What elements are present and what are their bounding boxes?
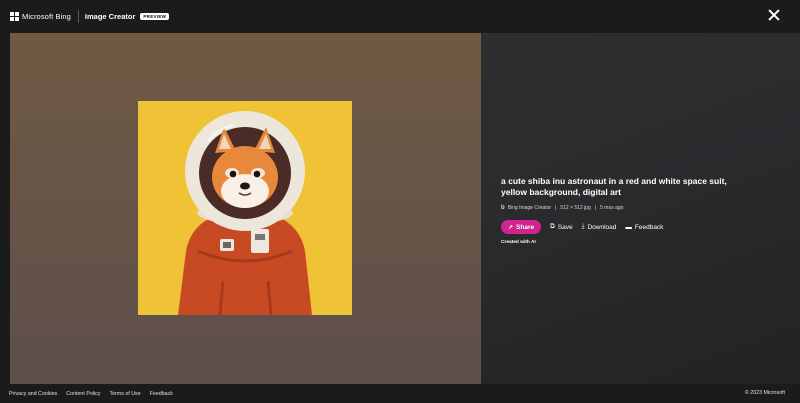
footer-link-feedback[interactable]: Feedback [150, 391, 173, 397]
product-name: Image Creator [84, 12, 136, 21]
save-button[interactable]: ⧉ Save [550, 223, 572, 231]
footer: Privacy and Cookies Content Policy Terms… [0, 384, 800, 403]
download-icon: ⤓ [581, 223, 585, 230]
image-meta: b Bing Image Creator | 512 × 512 jpg | 5… [501, 205, 623, 211]
close-icon[interactable] [768, 9, 780, 21]
copyright: © 2023 Microsoft [744, 390, 785, 396]
brand-name: Microsoft Bing [22, 12, 71, 21]
generated-image[interactable] [138, 101, 352, 315]
feedback-button[interactable]: ▬ Feedback [625, 224, 663, 231]
collection-save-icon: ⧉ [550, 223, 555, 230]
microsoft-logo-icon [10, 12, 19, 21]
feedback-label: Feedback [634, 223, 664, 231]
share-icon: ↗ [508, 224, 514, 231]
created-with-ai-note: Created with AI [501, 240, 536, 245]
share-label: Share [516, 223, 535, 231]
header-divider [77, 10, 79, 23]
prompt-text: a cute shiba inu astronaut in a red and … [501, 176, 727, 197]
feedback-icon: ▬ [625, 223, 632, 231]
image-pane [10, 33, 481, 384]
meta-separator: | [555, 205, 557, 211]
meta-source: Bing Image Creator [507, 205, 552, 211]
action-bar: ↗ Share ⧉ Save ⤓ Download ▬ Feedback [501, 220, 663, 234]
footer-link-content-policy[interactable]: Content Policy [66, 391, 100, 397]
meta-size: 512 × 512 jpg [560, 205, 591, 211]
details-pane: a cute shiba inu astronaut in a red and … [481, 33, 800, 384]
save-label: Save [557, 223, 573, 231]
download-button[interactable]: ⤓ Download [582, 223, 617, 231]
preview-badge: PREVIEW [140, 13, 170, 20]
top-bar: Microsoft Bing Image Creator PREVIEW [0, 0, 800, 33]
footer-link-privacy[interactable]: Privacy and Cookies [9, 391, 57, 397]
bing-icon: b [501, 205, 505, 211]
share-button[interactable]: ↗ Share [501, 220, 542, 234]
meta-separator: | [594, 205, 597, 211]
meta-age: 5 mos ago [600, 205, 624, 211]
download-label: Download [587, 223, 617, 231]
footer-link-terms[interactable]: Terms of Use [109, 391, 140, 397]
brand[interactable]: Microsoft Bing Image Creator PREVIEW [10, 10, 170, 23]
